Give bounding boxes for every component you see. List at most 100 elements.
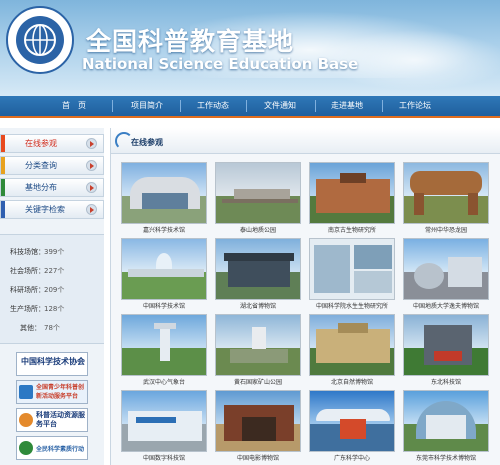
sidebar-item-marker — [1, 157, 5, 174]
sidebar-item-online-visit[interactable]: 在线参观 — [0, 134, 104, 153]
gallery-caption[interactable]: 湖北省博物馆 — [215, 301, 301, 310]
gallery-caption[interactable]: 中国科学院水生生物研究所 — [309, 301, 395, 310]
stat-science-venues: 科技场馆： 399个 — [10, 247, 64, 257]
association-logo-icon[interactable] — [6, 6, 74, 74]
gallery-caption[interactable]: 黄石国家矿山公园 — [215, 377, 301, 386]
venue-photo[interactable] — [403, 162, 489, 224]
gallery-caption[interactable]: 东莞市科学技术博物馆 — [403, 453, 489, 462]
sidebar-item-label: 在线参观 — [25, 139, 57, 148]
gallery-item[interactable]: 中国数字科技馆 — [121, 390, 207, 462]
stat-value: 78个 — [44, 324, 60, 332]
partner-label: 中国科学技术协会 — [21, 357, 85, 366]
nav-divider — [246, 100, 247, 112]
gallery-item[interactable]: 嘉兴科学技术馆 — [121, 162, 207, 234]
gallery-caption[interactable]: 泰山地质公园 — [215, 225, 301, 234]
nav-divider — [180, 100, 181, 112]
gallery-caption[interactable]: 南京古生物研究所 — [309, 225, 395, 234]
nav-item-project-intro[interactable]: 项目简介 — [131, 96, 163, 116]
venue-photo[interactable] — [403, 314, 489, 376]
gallery-item[interactable]: 北京自然博物馆 — [309, 314, 395, 386]
venue-photo[interactable] — [121, 238, 207, 300]
gallery-item[interactable]: 东北科技馆 — [403, 314, 489, 386]
online-visit-panel: 在线参观 嘉兴科学技术馆 泰山地质公园 南京古生物研究所 常州中华恐龙园 中国科… — [110, 128, 500, 465]
venue-photo[interactable] — [215, 390, 301, 452]
gallery-caption[interactable]: 北京自然博物馆 — [309, 377, 395, 386]
nav-divider — [112, 100, 113, 112]
gallery-caption[interactable]: 嘉兴科学技术馆 — [121, 225, 207, 234]
partner-logo-icon — [19, 441, 33, 455]
chevron-right-icon — [86, 182, 97, 193]
venue-photo[interactable] — [215, 238, 301, 300]
gallery-caption[interactable]: 中国地质大学逸夫博物馆 — [403, 301, 489, 310]
sidebar-item-marker — [1, 135, 5, 152]
venue-photo[interactable] — [121, 390, 207, 452]
gallery-caption[interactable]: 广东科学中心 — [309, 453, 395, 462]
venue-photo[interactable] — [309, 390, 395, 452]
site-title: 全国科普教育基地 — [86, 27, 295, 56]
venue-photo[interactable] — [403, 390, 489, 452]
partner-link-science-literacy[interactable]: 全民科学素质行动 — [16, 436, 88, 460]
gallery-item[interactable]: 中国科学技术馆 — [121, 238, 207, 310]
stats-panel: 科技场馆： 399个 社会场所： 227个 科研场所： 209个 生产场所： 128个 … — [0, 234, 104, 344]
gallery-caption[interactable]: 中国数字科技馆 — [121, 453, 207, 462]
gallery-item[interactable]: 南京古生物研究所 — [309, 162, 395, 234]
gallery-item[interactable]: 武汉中心气象台 — [121, 314, 207, 386]
stat-label: 科技场馆： — [10, 248, 45, 256]
stat-production-venues: 生产场所： 128个 — [10, 304, 64, 314]
gallery-item[interactable]: 常州中华恐龙园 — [403, 162, 489, 234]
sidebar-item-category-search[interactable]: 分类查询 — [0, 156, 104, 175]
sidebar-item-marker — [1, 179, 5, 196]
sidebar-item-base-distribution[interactable]: 基地分布 — [0, 178, 104, 197]
chevron-right-icon — [86, 160, 97, 171]
panel-header: 在线参观 — [111, 128, 500, 154]
gallery-item[interactable]: 中国电影博物馆 — [215, 390, 301, 462]
gallery-caption[interactable]: 武汉中心气象台 — [121, 377, 207, 386]
venue-photo[interactable] — [121, 314, 207, 376]
partner-label: 全民科学素质行动 — [36, 446, 85, 453]
gallery-item[interactable]: 广东科学中心 — [309, 390, 395, 462]
sidebar-item-label: 基地分布 — [25, 183, 57, 192]
venue-photo[interactable] — [403, 238, 489, 300]
site-title-english: National Science Education Base — [82, 55, 359, 73]
stat-label: 其他： — [20, 324, 41, 332]
stat-research-venues: 科研场所： 209个 — [10, 285, 64, 295]
nav-divider — [315, 100, 316, 112]
partner-link-resource-platform[interactable]: 科普活动资源服务平台 — [16, 408, 88, 432]
stat-value: 128个 — [44, 305, 65, 313]
nav-item-notices[interactable]: 文件通知 — [264, 96, 296, 116]
sidebar-item-label: 分类查询 — [25, 161, 57, 170]
gallery-caption[interactable]: 中国电影博物馆 — [215, 453, 301, 462]
venue-photo[interactable] — [121, 162, 207, 224]
gallery-item[interactable]: 中国地质大学逸夫博物馆 — [403, 238, 489, 310]
partner-link-cast[interactable]: 中国科学技术协会 — [16, 352, 88, 376]
stat-value: 227个 — [44, 267, 65, 275]
gallery-caption[interactable]: 东北科技馆 — [403, 377, 489, 386]
stat-value: 399个 — [44, 248, 65, 256]
partner-label: 全国青少年科普创新活动服务平台 — [36, 384, 85, 400]
sidebar: 在线参观 分类查询 基地分布 关键字检索 科技场馆： 399个 社会场所： 227个… — [0, 128, 104, 465]
sidebar-item-marker — [1, 201, 5, 218]
gallery-caption[interactable]: 中国科学技术馆 — [121, 301, 207, 310]
sidebar-item-label: 关键字检索 — [25, 205, 65, 214]
partner-link-youth-platform[interactable]: 全国青少年科普创新活动服务平台 — [16, 380, 88, 404]
gallery-item[interactable]: 湖北省博物馆 — [215, 238, 301, 310]
venue-photo[interactable] — [309, 162, 395, 224]
nav-item-forum[interactable]: 工作论坛 — [399, 96, 431, 116]
nav-item-home[interactable]: 首 页 — [62, 96, 86, 116]
stat-label: 科研场所： — [10, 286, 45, 294]
venue-photo[interactable] — [215, 314, 301, 376]
nav-item-work-news[interactable]: 工作动态 — [197, 96, 229, 116]
chevron-right-icon — [86, 204, 97, 215]
venue-photo[interactable] — [215, 162, 301, 224]
gallery-item[interactable]: 中国科学院水生生物研究所 — [309, 238, 395, 310]
venue-photo[interactable] — [309, 314, 395, 376]
nav-item-visit-bases[interactable]: 走进基地 — [331, 96, 363, 116]
site-header: 全国科普教育基地 National Science Education Base — [0, 0, 500, 96]
gallery-item[interactable]: 东莞市科学技术博物馆 — [403, 390, 489, 462]
partner-logo-icon — [19, 413, 33, 427]
venue-photo[interactable] — [309, 238, 395, 300]
gallery-item[interactable]: 黄石国家矿山公园 — [215, 314, 301, 386]
sidebar-item-keyword-search[interactable]: 关键字检索 — [0, 200, 104, 219]
gallery-item[interactable]: 泰山地质公园 — [215, 162, 301, 234]
gallery-caption[interactable]: 常州中华恐龙园 — [403, 225, 489, 234]
